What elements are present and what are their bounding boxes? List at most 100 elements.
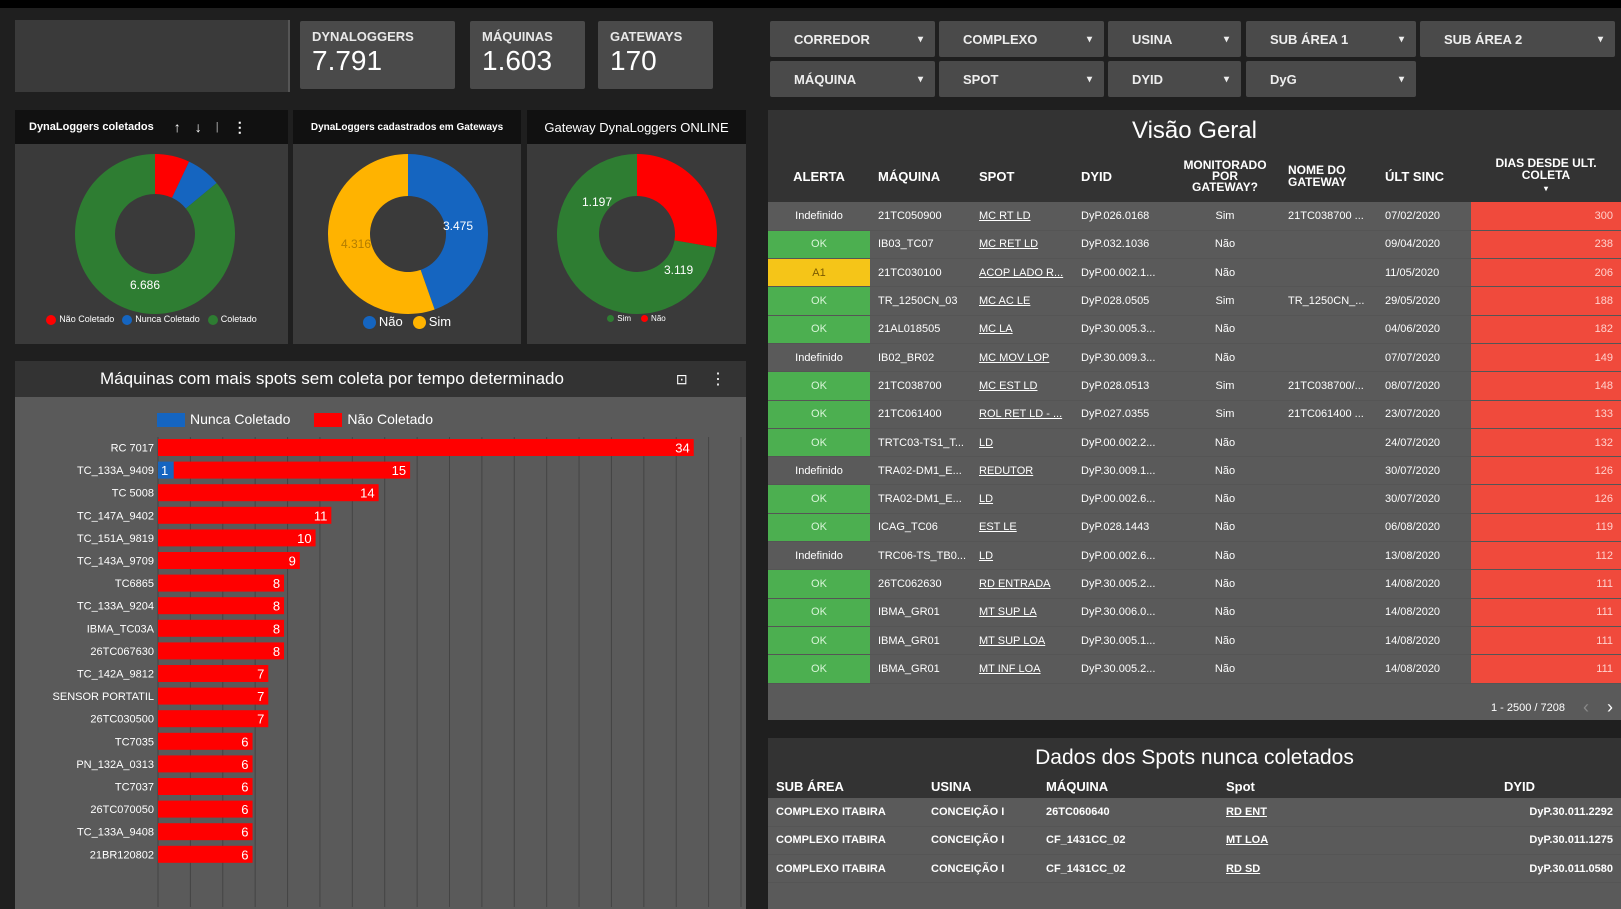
col-header-label: DIAS DESDE ULT. COLETA [1495,156,1597,182]
bar[interactable] [158,755,253,773]
table-row[interactable]: OK TRTC03-TS1_T... LD DyP.00.002.2... Não 24/… [768,428,1621,458]
col-header[interactable]: SUB ÁREA [768,774,923,798]
sort-desc-icon[interactable]: ↓ [195,119,202,135]
sort-asc-icon[interactable]: ↑ [174,119,181,135]
bar[interactable] [158,710,269,728]
bar[interactable] [158,597,285,615]
table-cell[interactable]: ACOP LADO R... [971,258,1073,288]
table-cell[interactable]: RD ENTRADA [971,569,1073,599]
table-row[interactable]: Indefinido TRA02-DM1_E... REDUTOR DyP.30.00… [768,456,1621,486]
filter-dyid[interactable]: DYID ▾ [1108,61,1241,97]
table-cell[interactable]: LD [971,484,1073,514]
col-header[interactable]: MONITORADO POR GATEWAY? [1170,150,1280,202]
filter-complexo[interactable]: COMPLEXO ▾ [939,21,1104,57]
table-cell: 111 [1471,569,1621,599]
table-cell: Sim [1170,400,1280,429]
bar[interactable] [158,439,694,456]
table-row[interactable]: COMPLEXO ITABIRA CONCEIÇÃO I 26TC060640 RD … [768,798,1621,827]
table-cell[interactable]: MC EST LD [971,371,1073,401]
bar[interactable] [158,619,285,637]
donut-slice[interactable] [637,154,717,248]
bar[interactable] [158,800,253,818]
bar[interactable] [158,529,316,547]
table-row[interactable]: OK 26TC062630 RD ENTRADA DyP.30.005.2... Não… [768,569,1621,599]
legend-item: Não Coletado [314,411,433,428]
table-cell[interactable]: REDUTOR [971,456,1073,486]
table-cell[interactable]: LD [971,541,1073,571]
filter-subarea1[interactable]: SUB ÁREA 1 ▾ [1246,21,1416,57]
table-cell [1280,315,1377,344]
bar[interactable] [158,552,300,569]
bar[interactable] [158,665,269,682]
table-cell[interactable]: MC MOV LOP [971,343,1073,373]
bar[interactable] [158,823,253,841]
filter-maquina[interactable]: MÁQUINA ▾ [770,61,935,97]
filter-usina[interactable]: USINA ▾ [1108,21,1241,57]
table-row[interactable]: Indefinido 21TC050900 MC RT LD DyP.026.0168… [768,202,1621,231]
table-cell: IBMA_GR01 [870,626,971,656]
table-row[interactable]: OK 21TC038700 MC EST LD DyP.028.0513 Sim 21TC… [768,371,1621,401]
col-header[interactable]: ÚLT SINC [1377,150,1471,202]
bar[interactable] [158,778,253,795]
table-cell [1280,484,1377,514]
bar[interactable] [158,484,379,502]
bar[interactable] [173,461,411,479]
table-row[interactable]: OK ICAG_TC06 EST LE DyP.028.1443 Não 06/08/20… [768,513,1621,543]
table-cell[interactable]: EST LE [971,513,1073,543]
table-cell[interactable]: RD SD [1218,854,1418,884]
prev-page-icon[interactable]: ‹ [1583,697,1589,718]
table-cell[interactable]: MC RET LD [971,230,1073,260]
table-row[interactable]: OK IB03_TC07 MC RET LD DyP.032.1036 Não 09/04… [768,230,1621,260]
table-cell[interactable]: MT INF LOA [971,654,1073,684]
next-page-icon[interactable]: › [1607,697,1613,718]
table-cell[interactable]: MC AC LE [971,286,1073,316]
table-row[interactable]: COMPLEXO ITABIRA CONCEIÇÃO I CF_1431CC_02 M… [768,826,1621,856]
bar[interactable] [158,732,253,750]
col-header[interactable]: USINA [923,774,1038,798]
table-row[interactable]: OK IBMA_GR01 MT INF LOA DyP.30.005.2... Não 1… [768,654,1621,684]
table-row[interactable]: Indefinido IB02_BR02 MC MOV LOP DyP.30.009.… [768,343,1621,373]
col-header[interactable]: SPOT [971,150,1073,202]
filter-dyg[interactable]: DyG ▾ [1246,61,1416,97]
table-cell[interactable]: MT SUP LOA [971,626,1073,656]
more-options-icon[interactable]: ⋮ [710,371,726,388]
table-cell[interactable]: ROL RET LD - ... [971,400,1073,429]
col-header[interactable]: MÁQUINA [870,150,971,202]
more-options-icon[interactable]: ⋮ [233,119,247,136]
category-label: TC_133A_9408 [77,827,154,839]
chart-settings-icon[interactable]: ⊡ [676,371,688,387]
bar[interactable] [158,574,285,592]
col-header[interactable]: ALERTA [768,150,870,202]
logo-area [15,20,290,92]
col-header[interactable]: DYID [1418,774,1621,798]
table-row[interactable]: Indefinido TRC06-TS_TB0... LD DyP.00.002.6.… [768,541,1621,571]
table-row[interactable]: OK 21TC061400 ROL RET LD - ... DyP.027.0355… [768,400,1621,429]
table-cell[interactable]: MT LOA [1218,826,1418,856]
table-cell[interactable]: MC RT LD [971,202,1073,231]
filter-spot[interactable]: SPOT ▾ [939,61,1104,97]
table-cell: 11/05/2020 [1377,258,1471,288]
table-row[interactable]: OK TR_1250CN_03 MC AC LE DyP.028.0505 Sim TR_… [768,286,1621,316]
table-row[interactable]: OK IBMA_GR01 MT SUP LA DyP.30.006.0... Não 14… [768,598,1621,627]
table-cell: DyP.00.002.2... [1073,428,1170,458]
table-row[interactable]: OK IBMA_GR01 MT SUP LOA DyP.30.005.1... Não 1… [768,626,1621,656]
table-cell[interactable]: MT SUP LA [971,598,1073,627]
table-row[interactable]: COMPLEXO ITABIRA CONCEIÇÃO I CF_1431CC_02 R… [768,854,1621,884]
col-header[interactable]: MÁQUINA [1038,774,1218,798]
table-row[interactable]: OK TRA02-DM1_E... LD DyP.00.002.6... Não 30/0… [768,484,1621,514]
bar[interactable] [158,687,269,705]
bar[interactable] [158,506,332,524]
col-header[interactable]: Spot [1218,774,1418,798]
table-cell[interactable]: RD ENT [1218,798,1418,827]
bar[interactable] [158,845,253,863]
bar[interactable] [158,642,285,660]
filter-subarea2[interactable]: SUB ÁREA 2 ▾ [1420,21,1615,57]
col-header[interactable]: NOME DO GATEWAY [1280,150,1377,202]
table-cell[interactable]: MC LA [971,315,1073,344]
table-row[interactable]: OK 21AL018505 MC LA DyP.30.005.3... Não 04/06… [768,315,1621,344]
col-header[interactable]: DYID [1073,150,1170,202]
filter-corredor[interactable]: CORREDOR ▾ [770,21,935,57]
table-cell[interactable]: LD [971,428,1073,458]
col-header[interactable]: DIAS DESDE ULT. COLETA ▾ [1471,150,1621,202]
table-row[interactable]: A1 21TC030100 ACOP LADO R... DyP.00.002.1..… [768,258,1621,288]
